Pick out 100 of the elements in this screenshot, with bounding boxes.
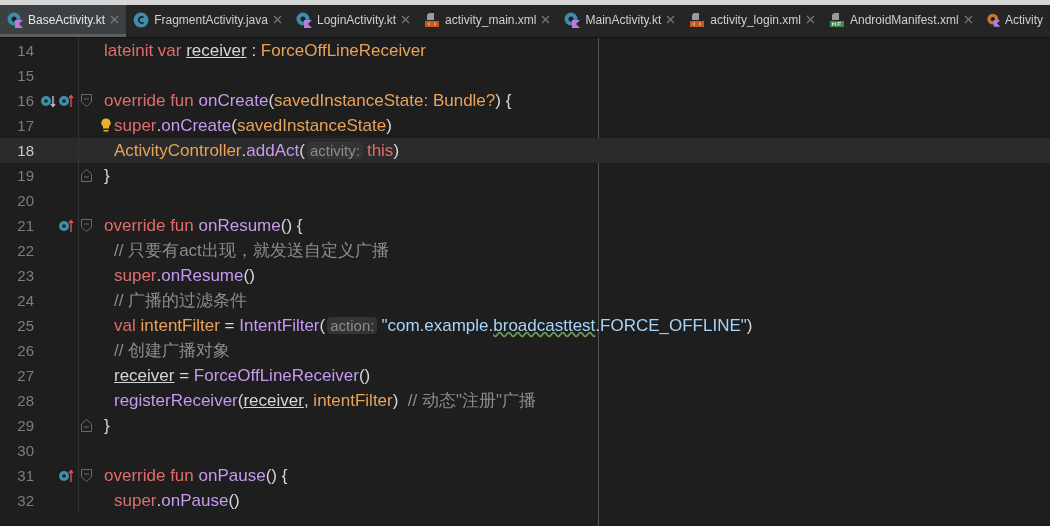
- code-token: (): [243, 265, 255, 286]
- code-token: // 只要有act出现，就发送自定义广播: [114, 240, 389, 262]
- code-token: .: [156, 115, 162, 136]
- fold-marker-icon[interactable]: [81, 219, 92, 232]
- code-token: super: [114, 265, 157, 286]
- line-number: 25: [16, 317, 34, 334]
- code-token: // 动态"注册"广播: [407, 390, 537, 412]
- code-token: .FORCE_OFFLINE": [595, 315, 747, 336]
- code-token: .: [241, 140, 247, 161]
- line-number: 26: [16, 342, 34, 359]
- line-number: 32: [16, 492, 34, 509]
- code-token: ActivityController: [114, 140, 242, 161]
- kotlin-class-icon: [564, 11, 581, 28]
- close-icon[interactable]: [805, 15, 815, 24]
- line-number: 16: [16, 92, 34, 109]
- code-token: .: [156, 265, 162, 286]
- code-token: ): [746, 315, 753, 336]
- overrides-up-icon[interactable]: [58, 468, 74, 483]
- code-token: receiver: [243, 390, 304, 411]
- code-token: () {: [265, 465, 288, 486]
- code-token: IntentFilter: [239, 315, 320, 336]
- close-icon[interactable]: [541, 15, 551, 24]
- kotlin-class-icon: [7, 11, 23, 28]
- line-number: 20: [16, 192, 34, 209]
- code-token: receiver: [114, 365, 175, 386]
- kotlin-class-icon: [986, 11, 1000, 28]
- xml-file-icon: [424, 11, 441, 28]
- code-token: "com.example.: [381, 315, 494, 336]
- code-token: ForceOffLineReceiver: [193, 365, 359, 386]
- code-token: (: [299, 140, 305, 161]
- code-token: override fun: [104, 465, 195, 486]
- code-token: lateinit var: [104, 40, 183, 61]
- code-token: ): [386, 115, 392, 136]
- code-token: receiver: [186, 40, 247, 61]
- kotlin-class-icon: [295, 11, 312, 28]
- code-token: onCreate: [161, 115, 232, 136]
- code-token: registerReceiver: [114, 390, 238, 411]
- close-icon[interactable]: [401, 15, 411, 24]
- overrides-up-icon[interactable]: [58, 218, 74, 233]
- close-icon[interactable]: [963, 15, 973, 24]
- line-number: 31: [16, 467, 34, 484]
- code-token: () {: [280, 215, 303, 236]
- fold-marker-icon[interactable]: [81, 94, 92, 107]
- xml-file-icon: [689, 11, 706, 28]
- line-number: 17: [16, 117, 34, 134]
- line-number: 28: [16, 392, 34, 409]
- code-token: (): [228, 490, 240, 511]
- code-token: intentFilter: [140, 315, 220, 336]
- line-number: 23: [16, 267, 34, 284]
- line-number: 19: [16, 167, 34, 184]
- line-number: 24: [16, 292, 34, 309]
- manifest-file-icon: [828, 11, 845, 28]
- close-icon[interactable]: [272, 15, 282, 24]
- line-number: 27: [16, 367, 34, 384]
- code-token: savedInstanceState: Bundle?: [274, 90, 496, 111]
- line-number: 18: [16, 142, 34, 159]
- code-token: super: [114, 490, 157, 511]
- line-number: 22: [16, 242, 34, 259]
- code-token: ) {: [495, 90, 512, 111]
- code-token: onPause: [198, 465, 266, 486]
- fold-marker-icon[interactable]: [81, 169, 92, 182]
- code-token: onPause: [161, 490, 229, 511]
- code-token: // 广播的过滤条件: [114, 290, 248, 312]
- code-token: override fun: [104, 215, 195, 236]
- code-token: =: [223, 315, 236, 336]
- line-number: 30: [16, 442, 34, 459]
- editor-tab[interactable]: BaseActivity.kt: [0, 5, 127, 37]
- code-token: val: [114, 315, 137, 336]
- code-token: intentFilter: [313, 390, 393, 411]
- code-token: addAct: [246, 140, 300, 161]
- code-token: savedInstanceState: [236, 115, 387, 136]
- fold-marker-icon[interactable]: [81, 419, 92, 432]
- code-token: (: [237, 390, 244, 411]
- code-token: ): [392, 390, 400, 411]
- line-number: 29: [16, 417, 34, 434]
- code-token: (): [358, 365, 371, 386]
- overrides-up-icon[interactable]: [58, 93, 74, 108]
- code-token: onResume: [161, 265, 244, 286]
- close-icon[interactable]: [666, 15, 676, 24]
- code-token: (: [319, 315, 326, 336]
- code-token: onResume: [198, 215, 281, 236]
- code-token: super: [114, 115, 157, 136]
- close-icon[interactable]: [110, 15, 120, 24]
- code-token: // 创建广播对象: [114, 340, 231, 362]
- code-token: }: [104, 165, 110, 186]
- code-token: }: [104, 415, 110, 436]
- line-number: 15: [16, 67, 34, 84]
- code-token: broadcasttest: [493, 315, 596, 336]
- fold-marker-icon[interactable]: [81, 469, 92, 482]
- code-token: override fun: [104, 90, 195, 111]
- java-class-icon: [133, 11, 150, 28]
- code-token: ): [393, 140, 400, 161]
- code-token: ForceOffLineReceiver: [260, 40, 426, 61]
- code-token: .: [156, 490, 162, 511]
- code-token: =: [178, 365, 191, 386]
- code-token: (: [268, 90, 275, 111]
- code-token: (: [231, 115, 237, 136]
- lightbulb-icon[interactable]: [101, 117, 111, 132]
- implemented-down-icon[interactable]: [40, 93, 56, 108]
- parameter-hint: activity:: [306, 142, 363, 159]
